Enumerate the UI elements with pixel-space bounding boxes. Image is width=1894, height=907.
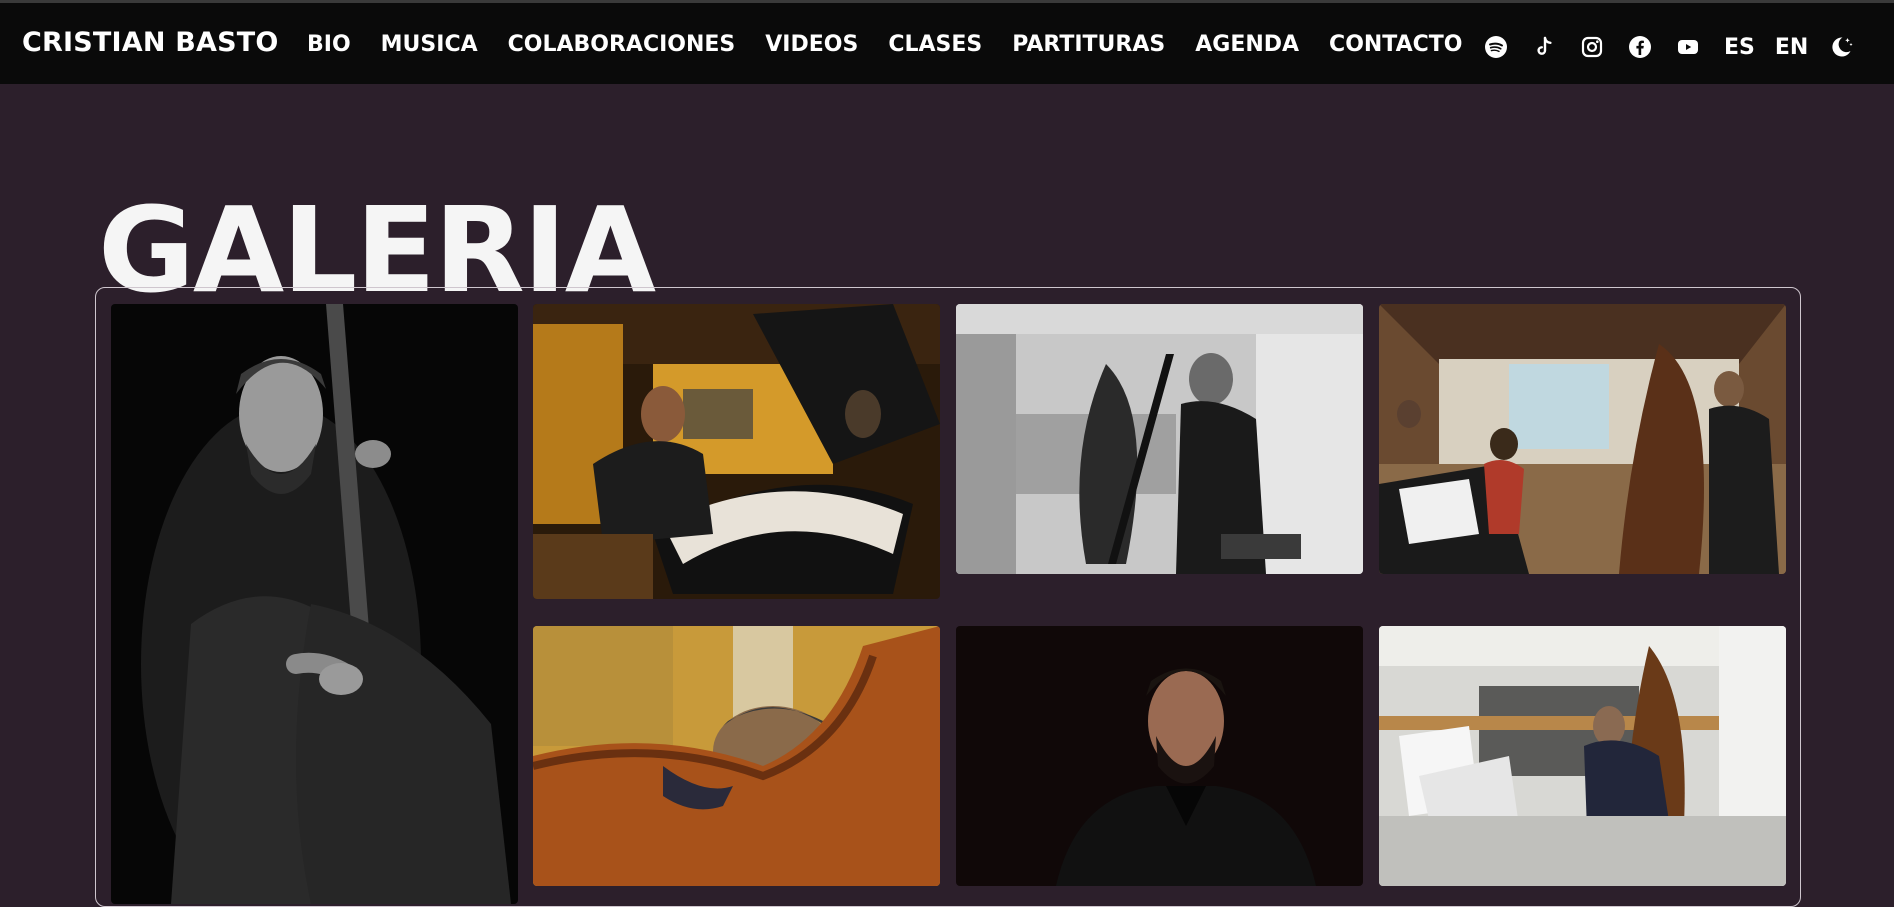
nav-item-clases[interactable]: CLASES (888, 32, 982, 57)
gallery-photo-ensemble[interactable] (1379, 304, 1786, 574)
top-navigation-bar: CRISTIAN BASTO BIO MUSICA COLABORACIONES… (0, 0, 1894, 84)
gallery-photo-bassist-portrait[interactable] (111, 304, 518, 904)
social-and-settings: ES EN (1484, 34, 1854, 60)
nav-item-contacto[interactable]: CONTACTO (1329, 32, 1462, 57)
moon-icon[interactable] (1828, 34, 1854, 60)
nav-item-colaboraciones[interactable]: COLABORACIONES (508, 32, 736, 57)
facebook-icon[interactable] (1628, 35, 1652, 59)
nav-item-musica[interactable]: MUSICA (381, 32, 478, 57)
tiktok-icon[interactable] (1532, 35, 1556, 59)
language-en[interactable]: EN (1775, 35, 1808, 60)
gallery-photo-pianist[interactable] (533, 304, 940, 599)
language-es[interactable]: ES (1724, 35, 1755, 60)
nav-item-agenda[interactable]: AGENDA (1195, 32, 1299, 57)
main-nav: BIO MUSICA COLABORACIONES VIDEOS CLASES … (307, 32, 1493, 57)
spotify-icon[interactable] (1484, 35, 1508, 59)
site-brand[interactable]: CRISTIAN BASTO (22, 27, 279, 58)
gallery-photo-face-behind-bass[interactable] (533, 626, 940, 886)
nav-item-videos[interactable]: VIDEOS (765, 32, 858, 57)
gallery-photo-bassist-recording[interactable] (1379, 626, 1786, 886)
gallery-photo-bassist-studio-bw[interactable] (956, 304, 1363, 574)
nav-item-bio[interactable]: BIO (307, 32, 351, 57)
instagram-icon[interactable] (1580, 35, 1604, 59)
youtube-icon[interactable] (1676, 35, 1700, 59)
gallery-photo-portrait-suit[interactable] (956, 626, 1363, 886)
nav-item-partituras[interactable]: PARTITURAS (1012, 32, 1165, 57)
